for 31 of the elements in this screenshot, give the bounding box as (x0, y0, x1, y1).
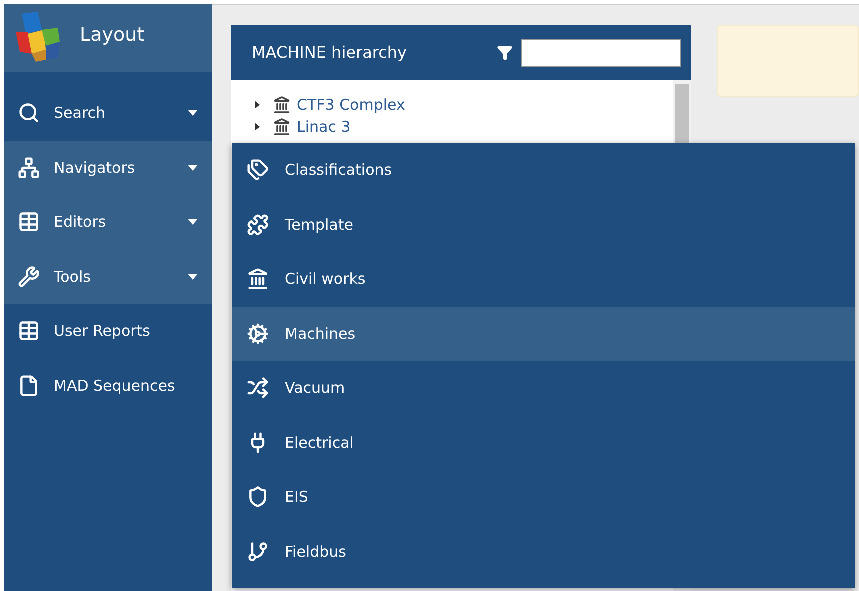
file-icon (18, 374, 40, 397)
tags-icon (247, 159, 269, 182)
panel-title: MACHINE hierarchy (252, 43, 408, 62)
menu-item[interactable]: Vacuum (232, 361, 855, 416)
wrench-icon (18, 266, 40, 288)
menu-item[interactable]: Civil works (232, 252, 855, 306)
app-title: Layout (80, 24, 145, 46)
sidebar-item[interactable]: Editors (4, 195, 212, 250)
tree-item[interactable]: CTF3 Complex (297, 96, 406, 114)
sidebar-item[interactable]: Tools (4, 250, 212, 304)
branch-icon (247, 540, 269, 563)
menu-item[interactable]: Electrical (232, 416, 855, 470)
shield-icon (247, 486, 269, 508)
menu-item[interactable]: Fieldbus (232, 524, 855, 579)
building-icon (273, 118, 291, 136)
building-icon (273, 96, 291, 114)
table-icon (18, 320, 40, 342)
table-icon (18, 211, 40, 234)
menu-item[interactable]: Classifications (232, 143, 855, 198)
shuffle-icon (247, 377, 269, 400)
sidebar-item[interactable]: Navigators (4, 140, 212, 195)
tree-item[interactable]: Linac 3 (297, 118, 351, 136)
search-icon (18, 102, 40, 124)
building-icon (247, 268, 269, 290)
puzzle-icon (247, 214, 269, 236)
sitemap-icon (18, 156, 40, 179)
menu-item[interactable]: EIS (232, 470, 855, 524)
menu-item[interactable]: Machines (232, 306, 855, 361)
filter-icon (497, 44, 513, 60)
filter-field[interactable] (521, 38, 681, 66)
menu-item[interactable]: Template (232, 198, 855, 252)
